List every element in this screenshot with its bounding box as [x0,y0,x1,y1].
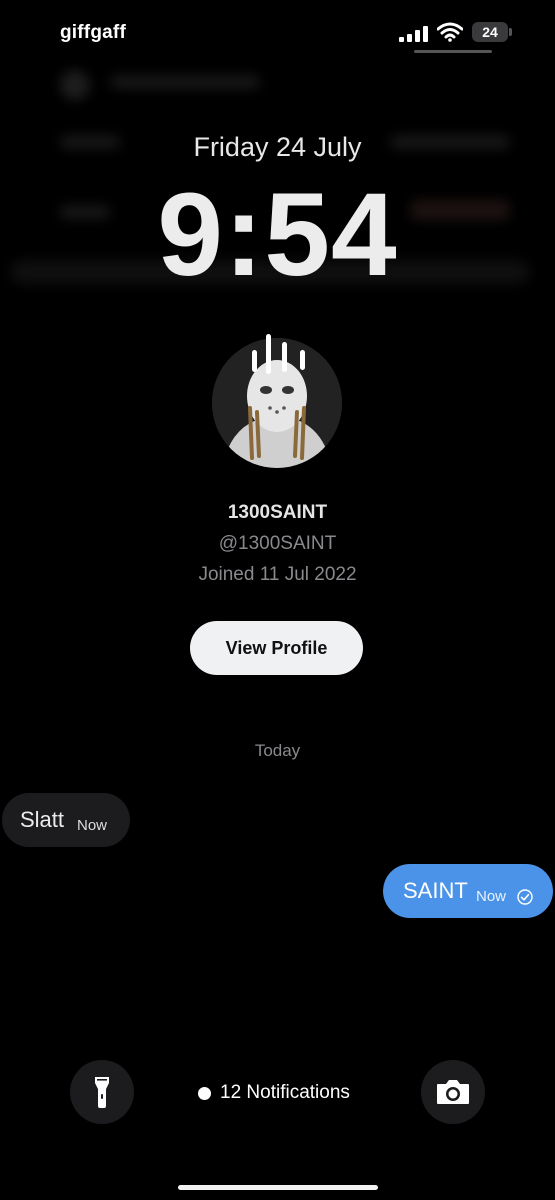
profile-handle: @1300SAINT [218,533,337,554]
camera-icon [437,1080,469,1104]
control-center-grabber[interactable] [414,50,492,53]
cellular-signal-icon [399,26,428,42]
battery-level: 24 [482,24,498,40]
lock-screen-date: Friday 24 July [193,132,362,162]
conversation-day-label: Today [254,741,301,760]
view-profile-button[interactable]: View Profile [190,621,363,675]
message-timestamp: Now [476,888,507,905]
profile-joined-date: Joined 11 Jul 2022 [198,564,357,585]
notification-dot-icon [198,1087,211,1100]
profile-name: 1300SAINT [227,502,328,523]
lock-screen-time: 9:54 [157,169,398,301]
wifi-icon [437,22,463,42]
notifications-count: 12 Notifications [220,1082,350,1103]
message-text: SAINT [403,878,468,903]
carrier-name: giffgaff [60,22,126,43]
battery-indicator: 24 [472,22,512,42]
read-check-icon [517,889,533,905]
home-indicator[interactable] [178,1185,378,1190]
incoming-message-bubble[interactable]: Slatt Now [2,793,130,847]
message-text: Slatt [20,807,65,832]
outgoing-message-bubble[interactable]: SAINT Now [383,864,553,918]
flashlight-button[interactable] [70,1060,134,1124]
message-timestamp: Now [77,817,108,834]
camera-button[interactable] [421,1060,485,1124]
status-bar: giffgaff 24 [0,0,555,70]
flashlight-icon [95,1077,109,1108]
waveform-icon [252,334,305,374]
